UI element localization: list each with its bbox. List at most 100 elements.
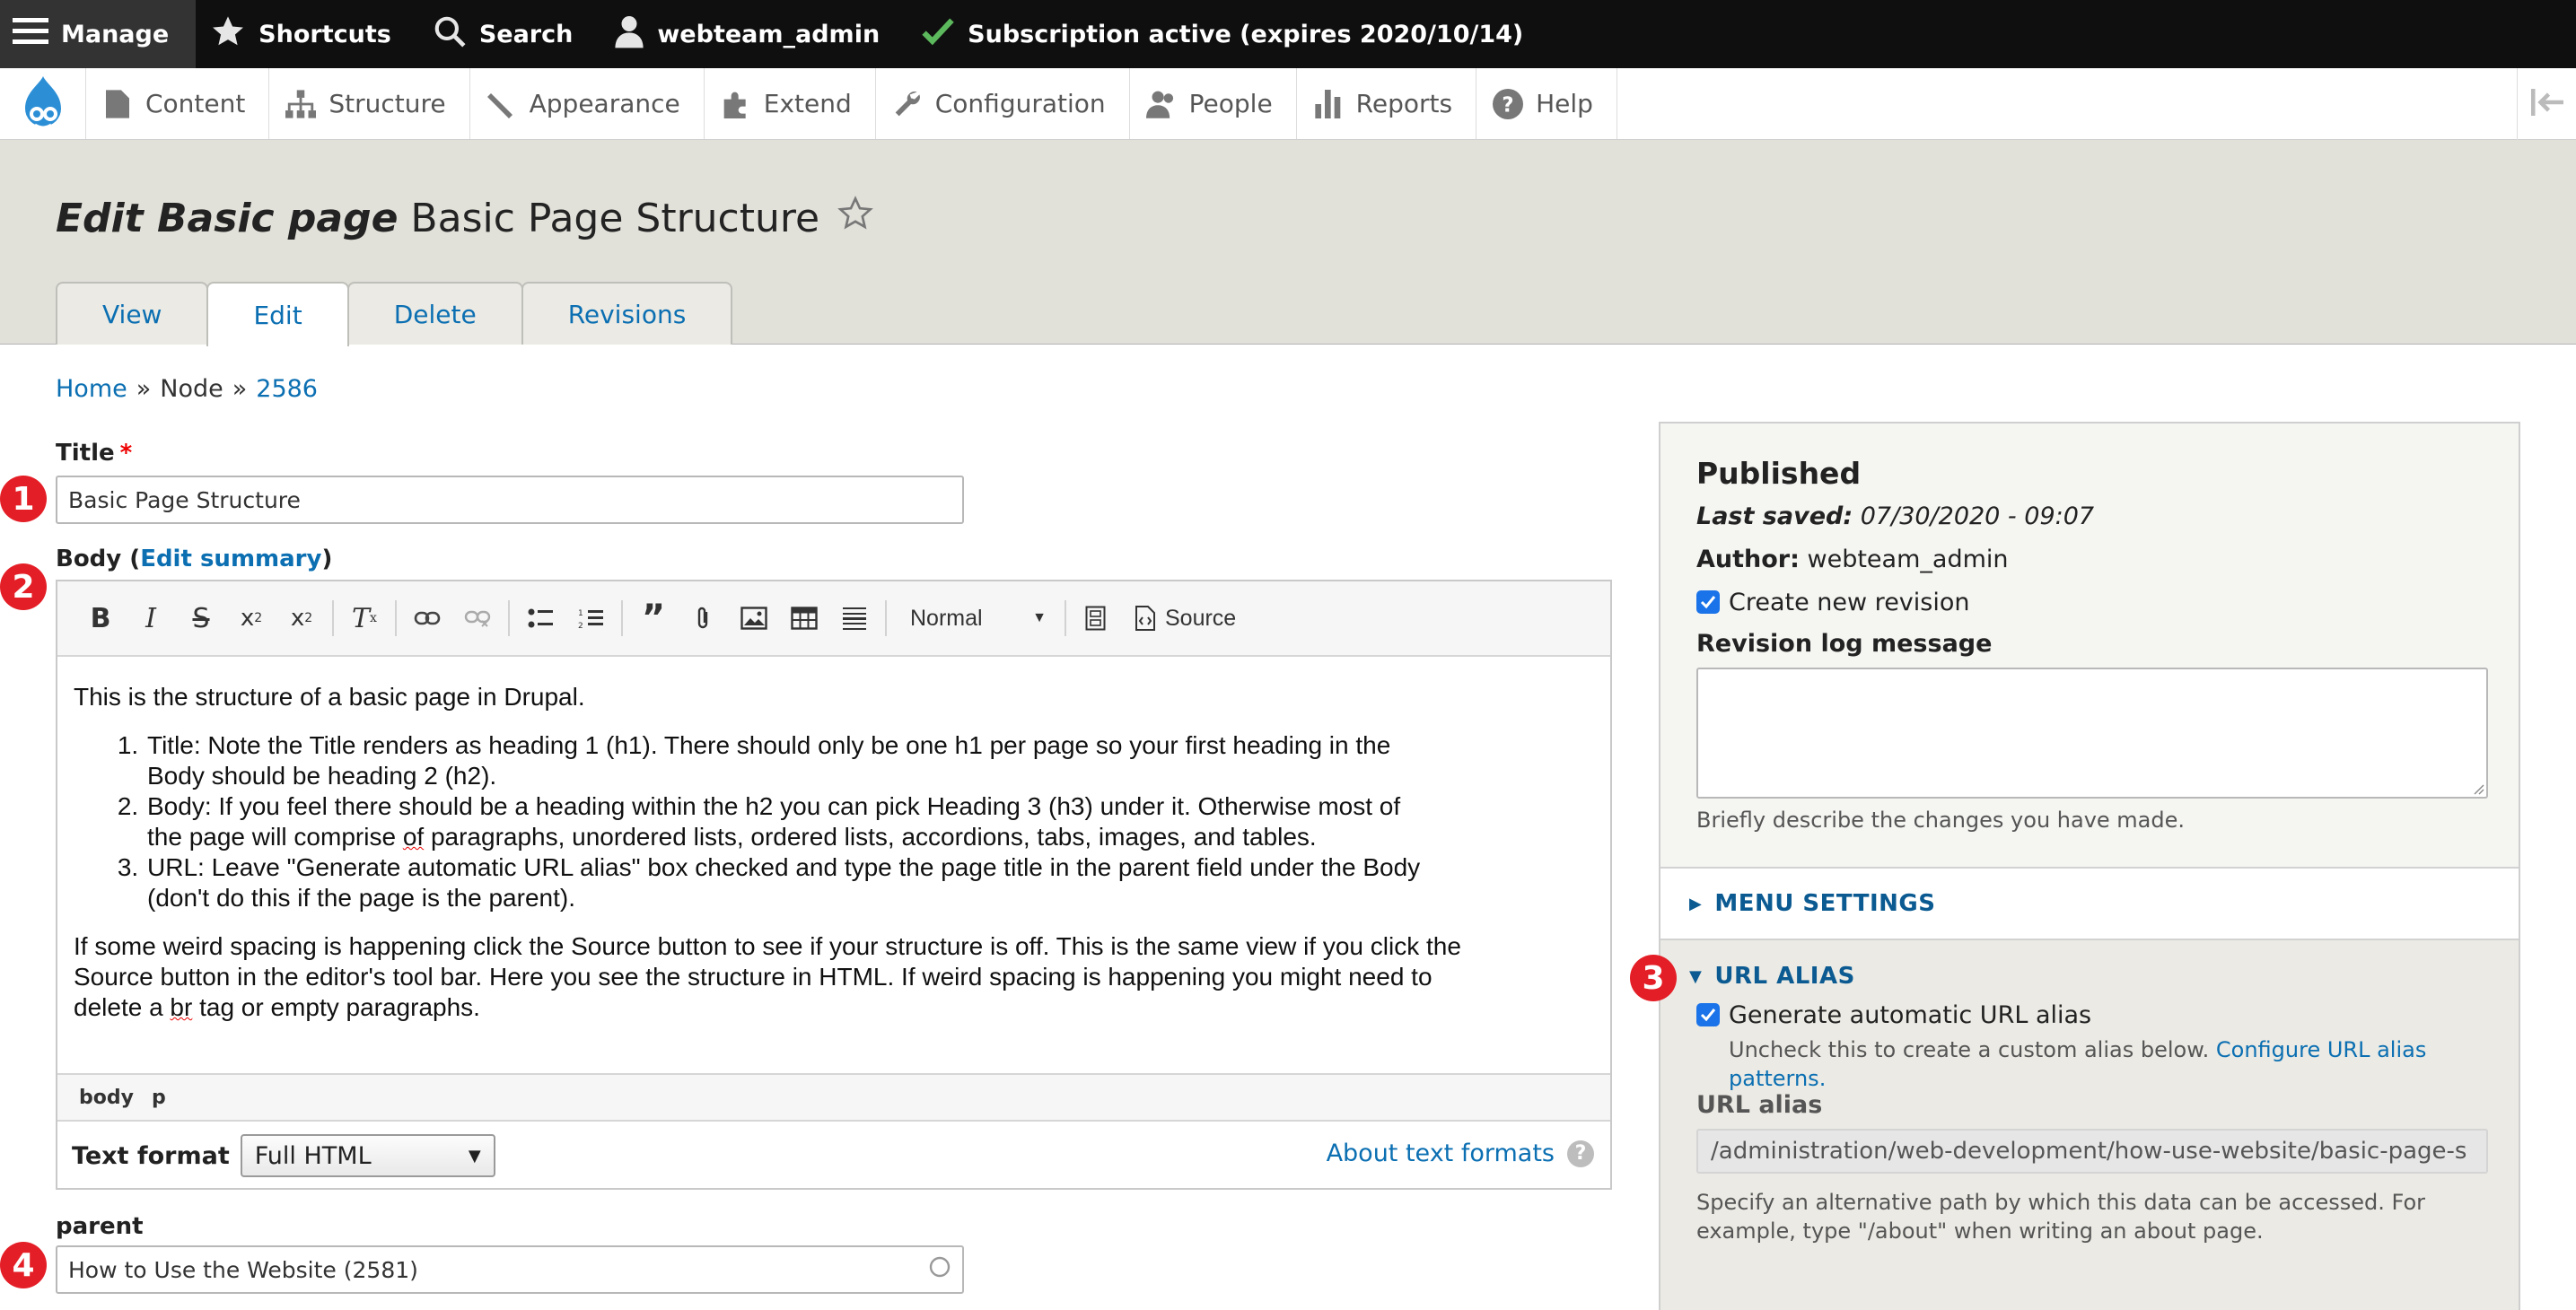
manage-button[interactable]: Manage xyxy=(0,0,197,68)
tab-view[interactable]: View xyxy=(56,282,209,345)
collapse-icon xyxy=(2530,89,2563,119)
star-icon xyxy=(210,14,246,55)
remove-format-button[interactable]: Tx xyxy=(339,593,390,643)
shortcuts-button[interactable]: Shortcuts xyxy=(196,0,418,68)
bold-button[interactable]: B xyxy=(75,593,126,643)
url-alias-heading: URL ALIAS xyxy=(1714,963,1855,990)
horizontal-line-button[interactable] xyxy=(829,593,880,643)
editor-content[interactable]: This is the structure of a basic page in… xyxy=(57,657,1610,1023)
tray-label-extend: Extend xyxy=(763,89,852,118)
revision-log-textarea[interactable] xyxy=(1696,668,2488,799)
required-marker: * xyxy=(119,440,133,467)
search-button[interactable]: Search xyxy=(418,0,600,68)
svg-text:?: ? xyxy=(1503,93,1514,117)
configure-alias-patterns-link[interactable]: patterns. xyxy=(1729,1066,1826,1091)
element-path-p[interactable]: p xyxy=(152,1087,166,1109)
tray-item-content[interactable]: Content xyxy=(86,68,270,139)
about-text-formats-link[interactable]: About text formats ? xyxy=(1327,1140,1594,1167)
parent-input-value: How to Use the Website (2581) xyxy=(68,1256,418,1283)
list-item-text: Body should be heading 2 (h2). xyxy=(147,762,497,790)
edit-summary-link[interactable]: Edit summary xyxy=(140,546,321,572)
toolbar-separator xyxy=(332,600,334,636)
image-button[interactable] xyxy=(729,593,779,643)
tray-item-people[interactable]: People xyxy=(1130,68,1297,139)
url-hint-line: example, type "/about" when writing an a… xyxy=(1696,1218,2264,1244)
paragraph-format-select[interactable]: Normal ▼ xyxy=(898,593,1059,643)
blockquote-button[interactable]: ” xyxy=(628,593,679,643)
drupal-drop-icon xyxy=(24,75,61,128)
tab-delete[interactable]: Delete xyxy=(346,282,523,345)
tray-item-help[interactable]: ? Help xyxy=(1476,68,1617,139)
parent-autocomplete-input[interactable]: How to Use the Website (2581) xyxy=(56,1245,964,1294)
source-icon xyxy=(1135,606,1155,631)
breadcrumb: Home » Node » 2586 xyxy=(56,375,318,403)
shortcut-star-icon[interactable] xyxy=(837,196,873,241)
breadcrumb-home[interactable]: Home xyxy=(56,375,127,403)
tray-item-extend[interactable]: Extend xyxy=(705,68,876,139)
show-blocks-button[interactable] xyxy=(1072,593,1122,643)
table-button[interactable] xyxy=(779,593,829,643)
tray-collapse-button[interactable] xyxy=(2517,68,2576,140)
horizontal-line-icon xyxy=(843,607,866,630)
show-blocks-icon xyxy=(1085,606,1106,631)
tray-label-configuration: Configuration xyxy=(934,89,1106,118)
unlink-button[interactable] xyxy=(452,593,503,643)
tray-item-configuration[interactable]: Configuration xyxy=(876,68,1130,139)
text-format-select[interactable]: Full HTML ▼ xyxy=(240,1134,495,1177)
list-item-text: Title: Note the Title renders as heading… xyxy=(147,731,1391,759)
tray-item-reports[interactable]: Reports xyxy=(1297,68,1477,139)
subscript-button[interactable]: x2 xyxy=(276,593,327,643)
breadcrumb-node-id[interactable]: 2586 xyxy=(256,375,318,403)
tray-item-appearance[interactable]: Appearance xyxy=(470,68,705,139)
manage-label: Manage xyxy=(61,20,170,48)
title-input[interactable]: Basic Page Structure xyxy=(56,476,964,524)
checkmark-icon xyxy=(1700,596,1716,609)
extend-icon xyxy=(721,89,751,119)
dropdown-arrow-icon: ▼ xyxy=(468,1146,481,1166)
link-button[interactable] xyxy=(402,593,452,643)
page-header: Edit Basic page Basic Page Structure Vie… xyxy=(0,140,2576,346)
list-item: Title: Note the Title renders as heading… xyxy=(145,730,1594,791)
configure-alias-patterns-link[interactable]: Configure URL alias xyxy=(2216,1037,2426,1062)
subscription-status[interactable]: Subscription active (expires 2020/10/14) xyxy=(907,0,1550,68)
create-revision-checkbox[interactable] xyxy=(1696,590,1720,614)
bulleted-list-button[interactable] xyxy=(515,593,565,643)
tray-label-people: People xyxy=(1188,89,1273,118)
toolbar-separator xyxy=(395,600,397,636)
tab-revisions[interactable]: Revisions xyxy=(521,282,733,345)
element-path-body[interactable]: body xyxy=(79,1087,134,1109)
generate-alias-label: Generate automatic URL alias xyxy=(1729,1001,2092,1029)
superscript-button[interactable]: x2 xyxy=(226,593,276,643)
url-alias-label: URL alias xyxy=(1696,1091,1823,1119)
tray-label-content: Content xyxy=(145,89,246,118)
tray-label-reports: Reports xyxy=(1355,89,1453,118)
numbered-list-button[interactable]: 12 xyxy=(565,593,616,643)
tab-edit[interactable]: Edit xyxy=(206,282,349,346)
user-button[interactable]: webteam_admin xyxy=(600,0,907,68)
drupal-logo[interactable] xyxy=(0,68,86,139)
annotation-badge-1: 1 xyxy=(0,476,47,522)
subscription-label: Subscription active (expires 2020/10/14) xyxy=(968,20,1524,48)
tray-item-structure[interactable]: Structure xyxy=(269,68,470,139)
attach-button[interactable] xyxy=(679,593,729,643)
breadcrumb-node: Node xyxy=(160,375,223,403)
menu-settings-toggle[interactable]: ▶ MENU SETTINGS xyxy=(1660,869,2519,940)
svg-text:1: 1 xyxy=(578,609,583,618)
list-item-text: paragraphs, unordered lists, ordered lis… xyxy=(424,823,1317,851)
url-alias-panel: Generate automatic URL alias Uncheck thi… xyxy=(1660,1001,2519,1310)
url-alias-input[interactable]: /administration/web-development/how-use-… xyxy=(1696,1129,2488,1174)
url-alias-hint: Specify an alternative path by which thi… xyxy=(1696,1188,2486,1245)
tray-label-help: Help xyxy=(1536,89,1593,118)
paperclip-icon xyxy=(697,607,708,629)
tray-label-appearance: Appearance xyxy=(529,89,680,118)
last-saved-value: 07/30/2020 - 09:07 xyxy=(1860,502,2095,530)
revision-log-hint: Briefly describe the changes you have ma… xyxy=(1696,808,2186,833)
create-revision-label: Create new revision xyxy=(1729,589,1970,616)
source-button[interactable]: Source xyxy=(1122,606,1249,632)
strikethrough-button[interactable]: S xyxy=(176,593,226,643)
resize-handle-icon[interactable] xyxy=(2472,782,2484,795)
meta-header: Published Last saved: 07/30/2020 - 09:07… xyxy=(1660,424,2519,869)
italic-button[interactable]: I xyxy=(126,593,176,643)
hamburger-icon xyxy=(13,16,48,53)
generate-alias-checkbox[interactable] xyxy=(1696,1003,1720,1026)
